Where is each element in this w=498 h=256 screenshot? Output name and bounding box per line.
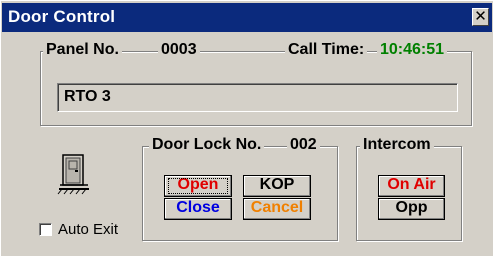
door-control-window: Door Control ✕ Panel No. 0003 Call Time:…: [0, 0, 493, 256]
opp-button[interactable]: Opp: [378, 198, 445, 220]
call-time-value: 10:46:51: [377, 41, 448, 59]
kop-button[interactable]: KOP: [243, 175, 311, 197]
close-icon: ✕: [474, 7, 487, 25]
auto-exit-label: Auto Exit: [58, 221, 119, 238]
cancel-button[interactable]: Cancel: [243, 198, 311, 220]
title-bar: Door Control ✕: [2, 3, 492, 32]
intercom-label: Intercom: [360, 136, 434, 154]
window-title: Door Control: [8, 7, 116, 26]
close-door-button[interactable]: Close: [164, 198, 232, 220]
panel-number-label: Panel No.: [43, 41, 122, 59]
auto-exit-checkbox[interactable]: [39, 223, 52, 236]
door-lock-value: 002: [287, 136, 320, 154]
door-lock-label: Door Lock No.: [149, 136, 265, 154]
open-button[interactable]: Open: [164, 175, 232, 197]
call-time-label: Call Time:: [285, 41, 368, 59]
on-air-button[interactable]: On Air: [378, 175, 445, 197]
panel-number-value: 0003: [158, 41, 200, 59]
door-icon: [57, 154, 89, 195]
close-button[interactable]: ✕: [472, 8, 489, 26]
station-name-field[interactable]: RTO 3: [57, 83, 458, 112]
